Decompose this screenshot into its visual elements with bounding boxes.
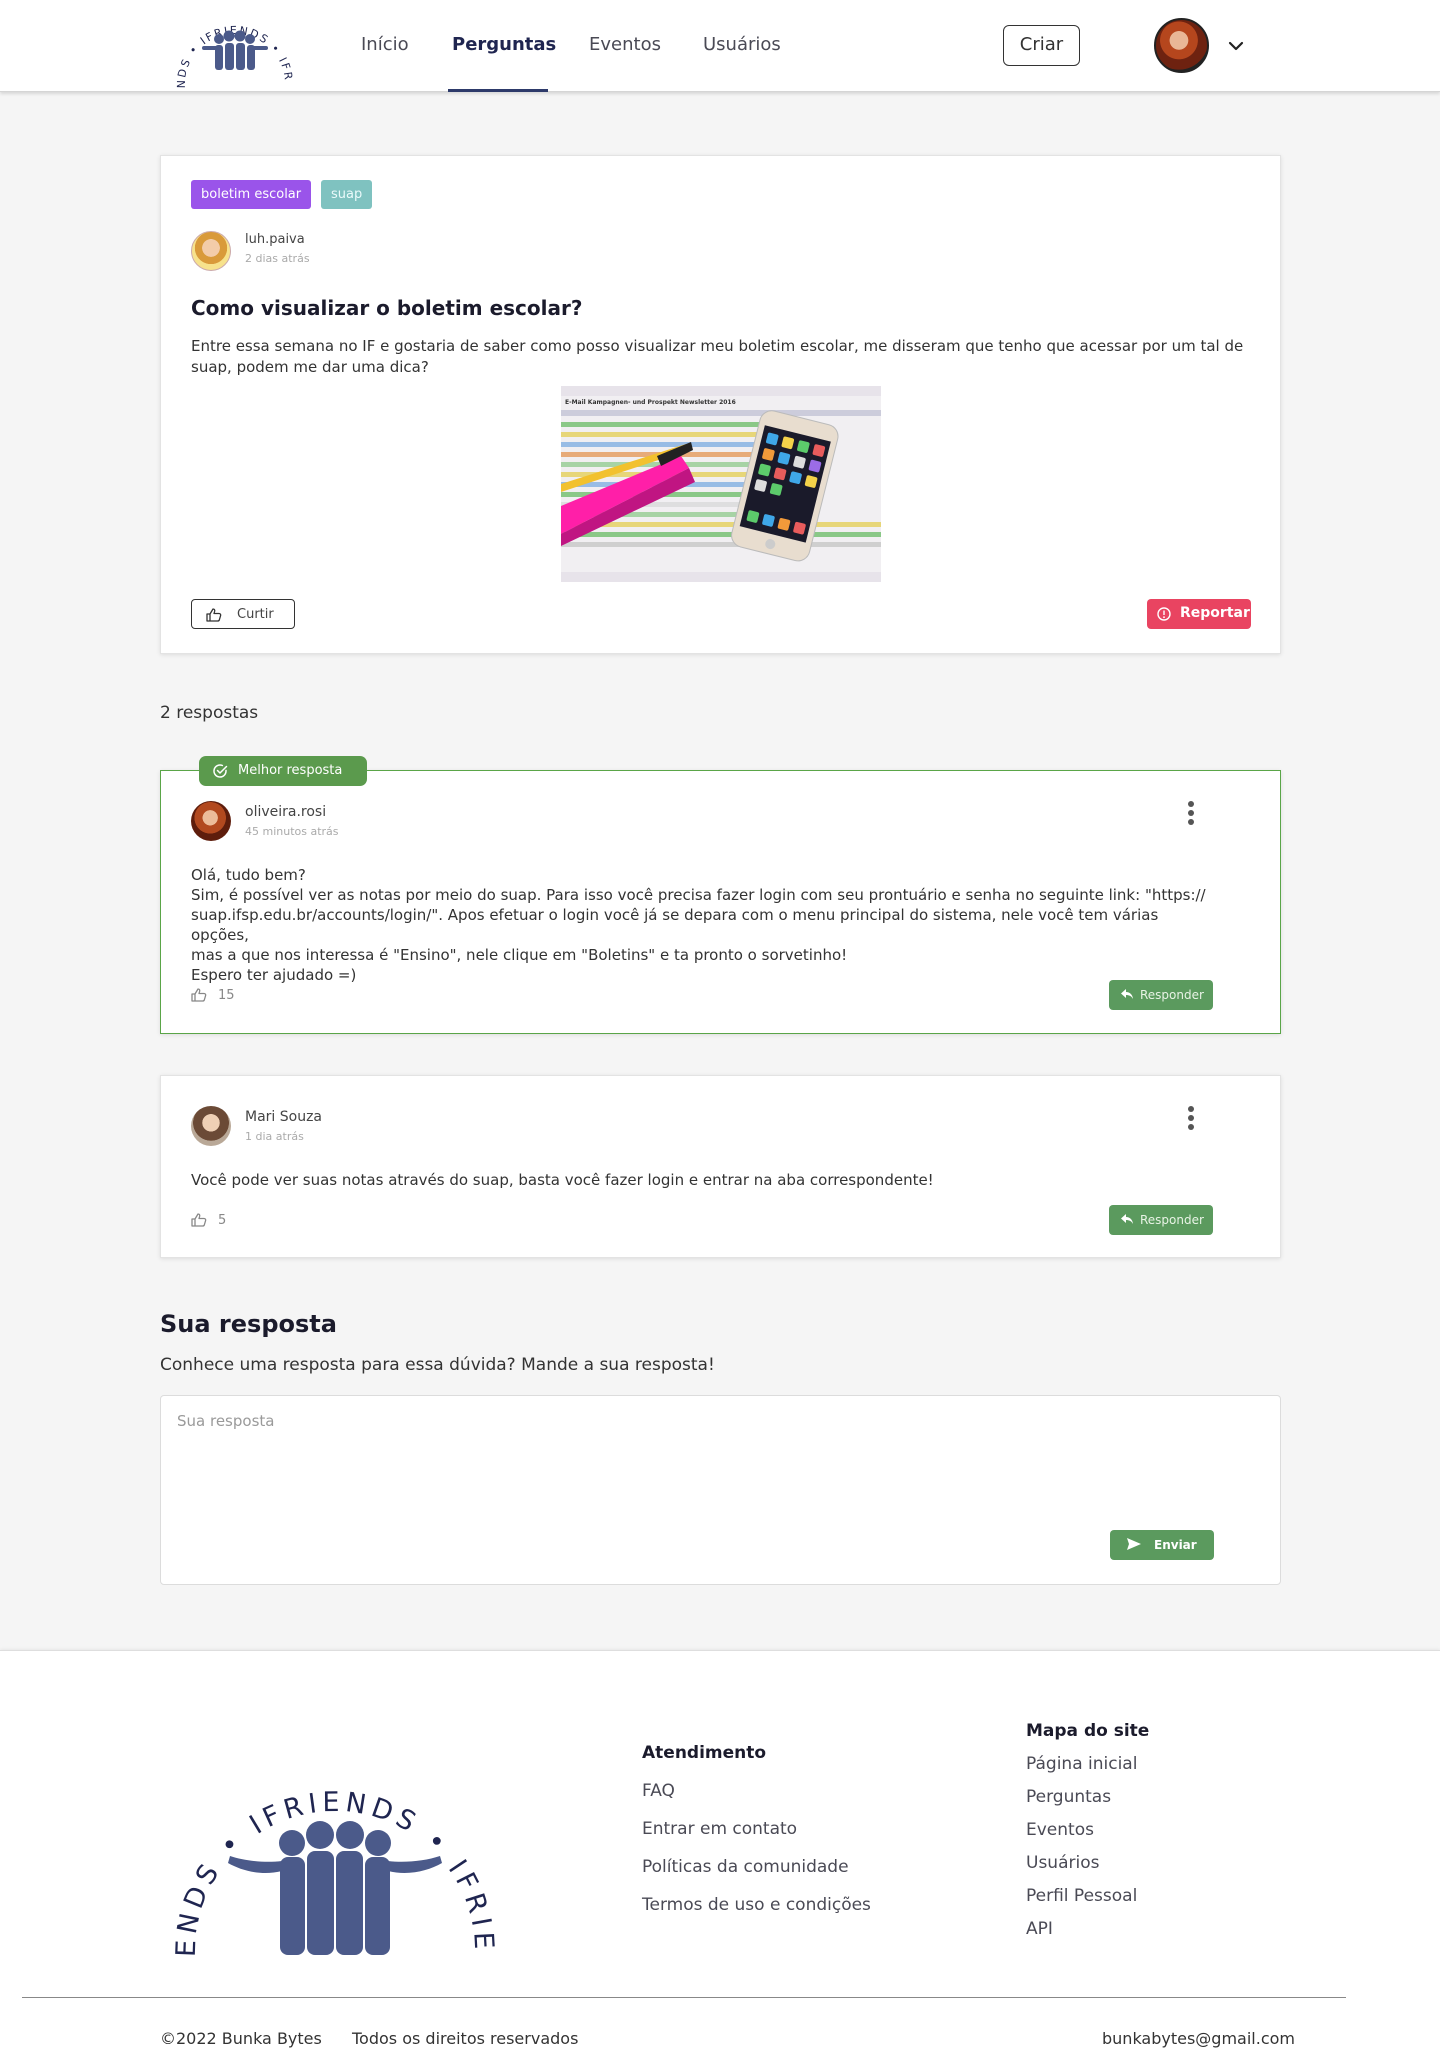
ifriends-logo[interactable]: IFRIENDS • IFRIENDS • IFRIENDS xyxy=(172,2,298,90)
footer-link-pagina-inicial[interactable]: Página inicial xyxy=(1026,1754,1137,1774)
question-body: Entre essa semana no IF e gostaria de sa… xyxy=(191,337,1244,376)
footer-link-perguntas[interactable]: Perguntas xyxy=(1026,1787,1111,1807)
post-time: 45 minutos atrás xyxy=(245,825,339,838)
like-label: Curtir xyxy=(237,607,274,622)
alert-circle-icon xyxy=(1157,607,1171,621)
footer-atendimento-title: Atendimento xyxy=(642,1743,767,1763)
answer-card: Mari Souza 1 dia atrás Você pode ver sua… xyxy=(160,1075,1281,1258)
best-answer-badge: Melhor resposta xyxy=(199,756,367,786)
send-icon xyxy=(1127,1538,1141,1550)
tag-boletim-escolar[interactable]: boletim escolar xyxy=(191,180,312,209)
author-avatar[interactable] xyxy=(191,801,231,841)
author-avatar[interactable] xyxy=(191,1106,231,1146)
like-button[interactable]: Curtir xyxy=(191,599,295,629)
active-tab-indicator xyxy=(448,89,548,92)
answer-line: suap.ifsp.edu.br/accounts/login/". Apos … xyxy=(191,906,1159,944)
reply-button[interactable]: Responder xyxy=(1109,1205,1213,1235)
rights-text: Todos os direitos reservados xyxy=(352,2029,579,2048)
thumbs-up-icon[interactable] xyxy=(191,1213,207,1227)
reply-icon xyxy=(1121,1214,1133,1224)
nav-eventos[interactable]: Eventos xyxy=(589,34,661,55)
answer-card-best: oliveira.rosi 45 minutos atrás Olá, tudo… xyxy=(160,770,1281,1034)
footer-divider xyxy=(22,1997,1346,1998)
footer-link-contato[interactable]: Entrar em contato xyxy=(642,1819,797,1839)
answer-textarea[interactable] xyxy=(177,1412,1077,1512)
footer: IFRIENDS • IFRIENDS • IFRIENDS Atendimen… xyxy=(0,1650,1440,2071)
send-label: Enviar xyxy=(1154,1538,1197,1552)
answer-body: Olá, tudo bem? Sim, é possível ver as no… xyxy=(191,865,1211,985)
report-label: Reportar xyxy=(1180,605,1250,621)
your-answer-title: Sua resposta xyxy=(160,1310,337,1338)
answer-form: Enviar xyxy=(160,1395,1281,1585)
reply-button[interactable]: Responder xyxy=(1109,980,1213,1010)
answer-body: Você pode ver suas notas através do suap… xyxy=(191,1171,934,1189)
footer-link-usuarios[interactable]: Usuários xyxy=(1026,1853,1099,1873)
footer-link-eventos[interactable]: Eventos xyxy=(1026,1820,1094,1840)
footer-link-termos[interactable]: Termos de uso e condições xyxy=(642,1895,871,1915)
report-button[interactable]: Reportar xyxy=(1147,599,1251,629)
send-button[interactable]: Enviar xyxy=(1110,1530,1214,1560)
more-options-icon[interactable] xyxy=(1188,1106,1194,1130)
footer-link-faq[interactable]: FAQ xyxy=(642,1781,675,1801)
best-answer-label: Melhor resposta xyxy=(238,763,343,778)
thumbs-up-icon xyxy=(206,608,222,622)
footer-link-api[interactable]: API xyxy=(1026,1919,1053,1939)
reply-label: Responder xyxy=(1140,1213,1204,1227)
author-name[interactable]: luh.paiva xyxy=(245,232,305,247)
contact-email[interactable]: bunkabytes@gmail.com xyxy=(1102,2029,1295,2048)
svg-text:E-Mail Kampagnen- und Prospekt: E-Mail Kampagnen- und Prospekt Newslette… xyxy=(565,399,736,406)
question-card: boletim escolar suap luh.paiva 2 dias at… xyxy=(160,155,1281,654)
author-avatar[interactable] xyxy=(191,231,231,271)
answer-line: Sim, é possível ver as notas por meio do… xyxy=(191,886,1206,904)
nav-perguntas[interactable]: Perguntas xyxy=(452,34,556,55)
your-answer-subtitle: Conhece uma resposta para essa dúvida? M… xyxy=(160,1355,715,1375)
answer-line: Espero ter ajudado =) xyxy=(191,966,357,984)
responses-count: 2 respostas xyxy=(160,703,259,723)
nav-usuarios[interactable]: Usuários xyxy=(703,34,781,55)
answer-line: mas a que nos interessa é "Ensino", nele… xyxy=(191,946,848,964)
like-count: 15 xyxy=(218,988,235,1003)
create-button[interactable]: Criar xyxy=(1003,25,1080,66)
author-name[interactable]: Mari Souza xyxy=(245,1109,322,1125)
post-time: 2 dias atrás xyxy=(245,252,310,265)
top-navbar: IFRIENDS • IFRIENDS • IFRIENDS Início Pe… xyxy=(0,0,1440,92)
user-avatar[interactable] xyxy=(1154,18,1209,73)
ifriends-logo-large[interactable]: IFRIENDS • IFRIENDS • IFRIENDS xyxy=(170,1711,500,1971)
reply-label: Responder xyxy=(1140,988,1204,1002)
footer-link-perfil[interactable]: Perfil Pessoal xyxy=(1026,1886,1137,1906)
check-circle-icon xyxy=(213,764,228,778)
author-name[interactable]: oliveira.rosi xyxy=(245,804,326,820)
nav-inicio[interactable]: Início xyxy=(361,34,409,55)
question-image[interactable]: E-Mail Kampagnen- und Prospekt Newslette… xyxy=(561,386,881,582)
tag-suap[interactable]: suap xyxy=(321,180,373,209)
footer-mapa-title: Mapa do site xyxy=(1026,1721,1150,1741)
copyright: ©2022 Bunka Bytes xyxy=(160,2029,322,2048)
more-options-icon[interactable] xyxy=(1188,801,1194,825)
reply-icon xyxy=(1121,989,1133,999)
footer-link-politicas[interactable]: Políticas da comunidade xyxy=(642,1857,849,1877)
question-title: Como visualizar o boletim escolar? xyxy=(191,296,583,320)
answer-line: Olá, tudo bem? xyxy=(191,866,306,884)
svg-text:IFRIENDS • IFRIENDS • IFRIENDS: IFRIENDS • IFRIENDS • IFRIENDS xyxy=(170,1711,499,1958)
like-count: 5 xyxy=(218,1213,227,1228)
post-time: 1 dia atrás xyxy=(245,1130,304,1143)
chevron-down-icon[interactable] xyxy=(1226,36,1246,56)
thumbs-up-icon[interactable] xyxy=(191,988,207,1002)
